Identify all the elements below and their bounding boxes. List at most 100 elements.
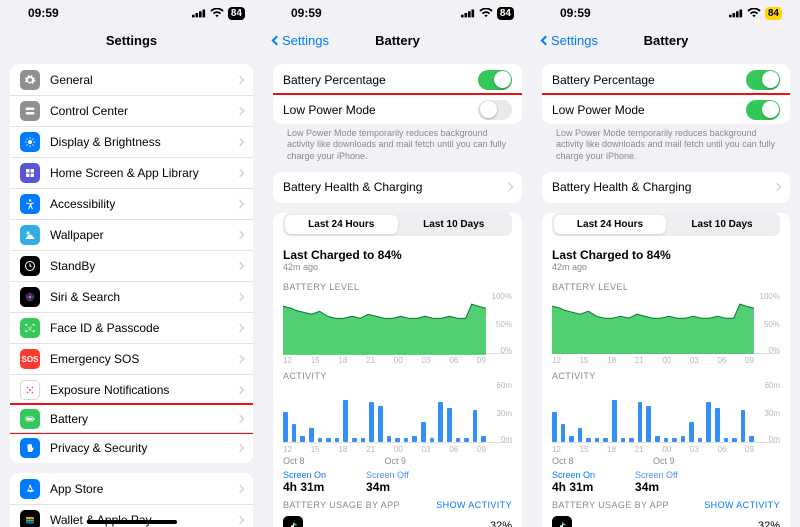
chevron-right-icon <box>236 138 244 146</box>
row-emergency-sos[interactable]: SOS Emergency SOS <box>10 343 253 374</box>
row-battery[interactable]: Battery <box>10 403 253 434</box>
chevron-right-icon <box>236 386 244 394</box>
chevron-right-icon <box>236 484 244 492</box>
seg-last-24-hours[interactable]: Last 24 Hours <box>285 215 398 234</box>
chevron-right-icon <box>236 231 244 239</box>
row-exposure-notifications[interactable]: Exposure Notifications <box>10 374 253 405</box>
usage-by-app-header: BATTERY USAGE BY APP <box>552 500 669 510</box>
app-row-tiktok[interactable]: 32% <box>273 512 522 527</box>
chevron-right-icon <box>236 444 244 452</box>
page-title: Settings <box>106 33 157 48</box>
row-label: Battery Percentage <box>552 73 746 87</box>
row-label: Siri & Search <box>50 290 237 304</box>
wallet-icon <box>20 510 40 527</box>
seg-last-24-hours[interactable]: Last 24 Hours <box>554 215 666 234</box>
page-title: Battery <box>375 33 420 48</box>
row-battery-percentage[interactable]: Battery Percentage <box>273 64 522 95</box>
battery-icon <box>20 409 40 429</box>
chevron-right-icon <box>236 324 244 332</box>
activity-chart: 60m 30m 0m <box>552 383 780 443</box>
app-row-tiktok[interactable]: 32% <box>542 512 790 527</box>
wifi-icon <box>479 8 493 18</box>
wallpaper-icon <box>20 225 40 245</box>
time-range-segmented[interactable]: Last 24 Hours Last 10 Days <box>283 213 512 236</box>
chevron-right-icon <box>236 75 244 83</box>
screen-on-value: 4h 31m <box>283 480 326 494</box>
wifi-icon <box>210 8 224 18</box>
last-charged-title: Last Charged to 84% <box>273 242 522 262</box>
accessibility-icon <box>20 194 40 214</box>
row-battery-health[interactable]: Battery Health & Charging <box>542 172 790 203</box>
row-label: Emergency SOS <box>50 352 237 366</box>
home-indicator[interactable] <box>87 520 177 524</box>
sun-icon <box>20 132 40 152</box>
battery-icon: 84 <box>765 7 782 20</box>
battery-level-chart: 100% 50% 0% <box>552 294 780 354</box>
seg-last-10-days[interactable]: Last 10 Days <box>398 215 511 234</box>
row-home-screen[interactable]: Home Screen & App Library <box>10 157 253 188</box>
back-button[interactable]: Settings <box>542 33 598 48</box>
back-label: Settings <box>282 33 329 48</box>
status-bar: 09:59 84 <box>263 0 532 26</box>
row-label: Low Power Mode <box>552 103 746 117</box>
show-activity-link[interactable]: SHOW ACTIVITY <box>436 500 512 510</box>
row-label: Battery Percentage <box>283 73 478 87</box>
row-label: Low Power Mode <box>283 103 478 117</box>
row-siri-search[interactable]: Siri & Search <box>10 281 253 312</box>
row-display-brightness[interactable]: Display & Brightness <box>10 126 253 157</box>
app-percent: 32% <box>490 520 512 527</box>
row-face-id[interactable]: Face ID & Passcode <box>10 312 253 343</box>
row-label: Face ID & Passcode <box>50 321 237 335</box>
row-label: Home Screen & App Library <box>50 166 237 180</box>
screen-off-label: Screen Off <box>635 470 678 480</box>
appstore-icon <box>20 479 40 499</box>
low-power-mode-description: Low Power Mode temporarily reduces backg… <box>542 124 790 162</box>
row-label: Battery <box>50 412 237 426</box>
row-general[interactable]: General <box>10 64 253 95</box>
page-title: Battery <box>644 33 689 48</box>
chevron-right-icon <box>505 183 513 191</box>
row-battery-health[interactable]: Battery Health & Charging <box>273 172 522 203</box>
switches-icon <box>20 101 40 121</box>
faceid-icon <box>20 318 40 338</box>
low-power-mode-description: Low Power Mode temporarily reduces backg… <box>273 124 522 162</box>
toggles-group: Battery Percentage Low Power Mode <box>542 64 790 124</box>
nav-bar: Settings <box>0 26 263 54</box>
chevron-right-icon <box>236 293 244 301</box>
row-label: Control Center <box>50 104 237 118</box>
nav-bar: Settings Battery <box>532 26 800 54</box>
toggle-low-power-mode[interactable] <box>478 100 512 120</box>
back-button[interactable]: Settings <box>273 33 329 48</box>
toggle-battery-percentage[interactable] <box>478 70 512 90</box>
activity-header: ACTIVITY <box>552 371 596 381</box>
show-activity-link[interactable]: SHOW ACTIVITY <box>704 500 780 510</box>
row-low-power-mode[interactable]: Low Power Mode <box>273 93 522 124</box>
toggle-battery-percentage[interactable] <box>746 70 780 90</box>
toggle-low-power-mode[interactable] <box>746 100 780 120</box>
row-label: Accessibility <box>50 197 237 211</box>
row-label: Display & Brightness <box>50 135 237 149</box>
status-bar: 09:59 84 <box>532 0 800 26</box>
last-charged-title: Last Charged to 84% <box>542 242 790 262</box>
chevron-right-icon <box>236 169 244 177</box>
row-control-center[interactable]: Control Center <box>10 95 253 126</box>
wifi-icon <box>747 8 761 18</box>
row-low-power-mode[interactable]: Low Power Mode <box>542 93 790 124</box>
time-range-segmented[interactable]: Last 24 Hours Last 10 Days <box>552 213 780 236</box>
row-wallpaper[interactable]: Wallpaper <box>10 219 253 250</box>
app-percent: 32% <box>758 520 780 527</box>
nav-bar: Settings Battery <box>263 26 532 54</box>
cellular-icon <box>192 8 206 18</box>
battery-icon: 84 <box>228 7 245 20</box>
row-label: General <box>50 73 237 87</box>
row-app-store[interactable]: App Store <box>10 473 253 504</box>
back-label: Settings <box>551 33 598 48</box>
seg-last-10-days[interactable]: Last 10 Days <box>666 215 778 234</box>
row-privacy-security[interactable]: Privacy & Security <box>10 432 253 463</box>
row-standby[interactable]: StandBy <box>10 250 253 281</box>
usage-by-app-header: BATTERY USAGE BY APP <box>283 500 400 510</box>
row-accessibility[interactable]: Accessibility <box>10 188 253 219</box>
row-battery-percentage[interactable]: Battery Percentage <box>542 64 790 95</box>
cellular-icon <box>729 8 743 18</box>
activity-bars <box>552 383 754 442</box>
